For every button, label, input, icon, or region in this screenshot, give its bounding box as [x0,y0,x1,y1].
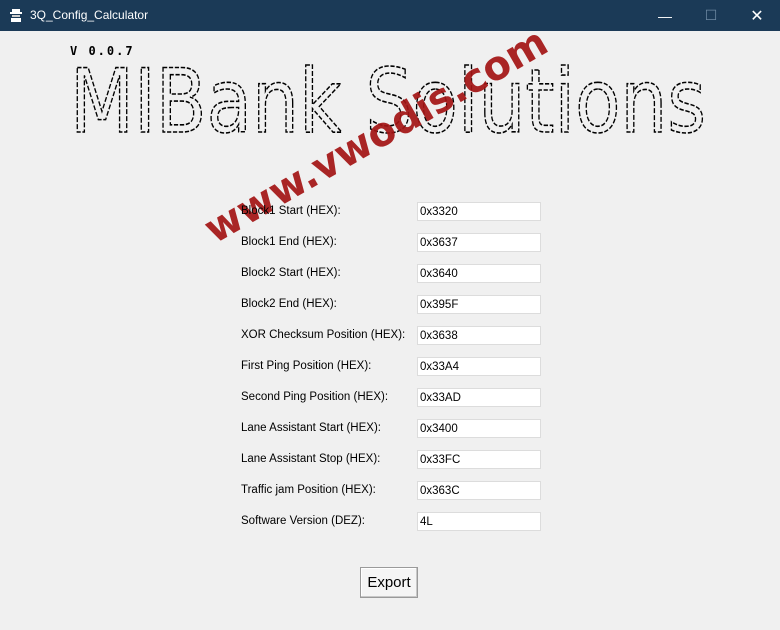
export-button[interactable]: Export [360,567,418,598]
block2-start-field[interactable] [417,264,541,283]
label-software-version: Software Version (DEZ): [241,515,365,527]
first-ping-field[interactable] [417,357,541,376]
block1-start-field[interactable] [417,202,541,221]
label-block1-end: Block1 End (HEX): [241,236,337,248]
lane-assistant-stop-field[interactable] [417,450,541,469]
label-first-ping: First Ping Position (HEX): [241,360,372,372]
label-block1-start: Block1 Start (HEX): [241,205,341,217]
label-lane-assistant-stop: Lane Assistant Stop (HEX): [241,453,381,465]
xor-checksum-field[interactable] [417,326,541,345]
label-lane-assistant-start: Lane Assistant Start (HEX): [241,422,381,434]
version-label: V 0.0.7 [70,44,135,58]
label-second-ping: Second Ping Position (HEX): [241,391,389,403]
second-ping-field[interactable] [417,388,541,407]
minimize-button[interactable]: — [642,0,688,31]
window-title: 3Q_Config_Calculator [30,8,149,22]
close-button[interactable]: ✕ [734,0,780,31]
label-block2-end: Block2 End (HEX): [241,298,337,310]
software-version-field[interactable] [417,512,541,531]
label-xor-checksum: XOR Checksum Position (HEX): [241,329,406,341]
block1-end-field[interactable] [417,233,541,252]
title-bar[interactable]: 3Q_Config_Calculator — ☐ ✕ [0,0,780,31]
block2-end-field[interactable] [417,295,541,314]
label-block2-start: Block2 Start (HEX): [241,267,341,279]
label-traffic-jam: Traffic jam Position (HEX): [241,484,376,496]
app-icon [10,9,22,22]
maximize-button[interactable]: ☐ [688,0,734,31]
lane-assistant-start-field[interactable] [417,419,541,438]
traffic-jam-field[interactable] [417,481,541,500]
